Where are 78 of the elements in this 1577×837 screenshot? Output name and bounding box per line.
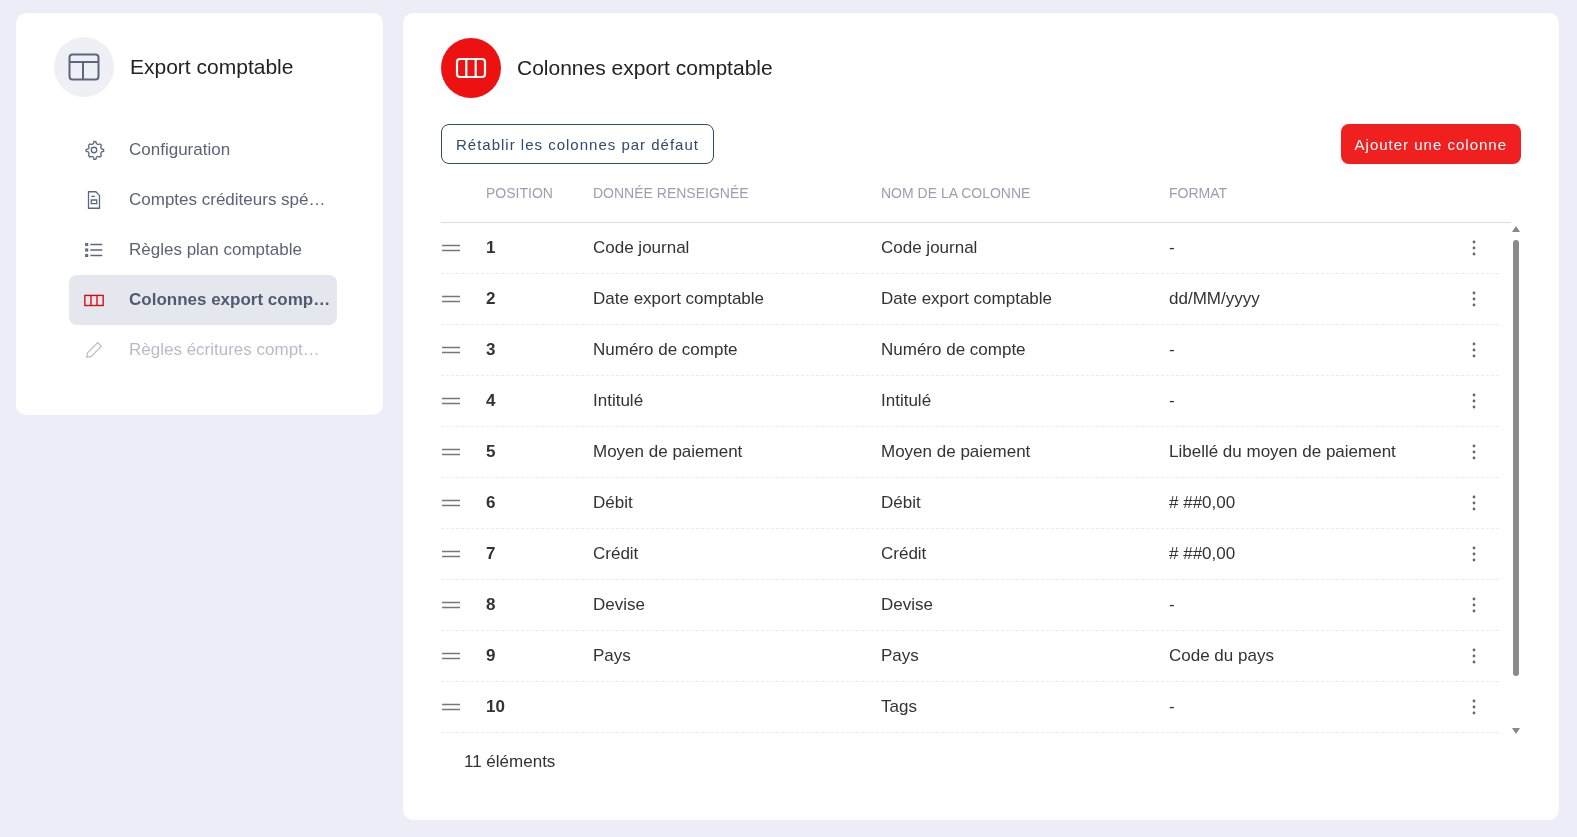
more-options-icon[interactable] <box>1472 648 1476 664</box>
pencil-icon <box>83 339 105 361</box>
column-header: DONNÉE RENSEIGNÉE <box>593 185 750 201</box>
table-cell-text: Libellé du moyen de paiement <box>1169 442 1397 462</box>
drag-handle-icon[interactable] <box>441 346 461 354</box>
table-cell-text: - <box>1169 238 1176 258</box>
drag-handle-icon[interactable] <box>441 244 461 252</box>
add-column-button[interactable]: Ajouter une colonne <box>1340 124 1521 164</box>
table-cell-text: Intitulé <box>881 391 933 411</box>
table-cell-text: # ##0,00 <box>1169 544 1237 564</box>
table-cell-text: - <box>1169 595 1176 615</box>
table-cell-text: Tags <box>881 697 918 717</box>
more-options-icon[interactable] <box>1472 393 1476 409</box>
table-cell-text: Devise <box>593 595 646 615</box>
table-cell-text: Date export comptable <box>881 289 1054 309</box>
drag-handle-icon[interactable] <box>441 295 461 303</box>
table-cell-text: 10 <box>486 697 506 717</box>
more-options-icon[interactable] <box>1472 699 1476 715</box>
table-cell-text: Numéro de compte <box>881 340 1027 360</box>
drag-handle-icon[interactable] <box>441 550 461 558</box>
table-cell-text: Débit <box>593 493 634 513</box>
column-header: FORMAT <box>1169 185 1229 201</box>
more-options-icon[interactable] <box>1472 291 1476 307</box>
table-cell-text: Pays <box>593 646 632 666</box>
table-cell-text: Date export comptable <box>593 289 766 309</box>
more-options-icon[interactable] <box>1472 342 1476 358</box>
page-title: Colonnes export comptable <box>517 56 773 80</box>
sidebar-title: Export comptable <box>130 55 294 79</box>
table-cell-text: # ##0,00 <box>1169 493 1237 513</box>
sidebar-item[interactable]: Comptes créditeurs spé… <box>69 175 337 225</box>
reset-columns-button[interactable]: Rétablir les colonnes par défaut <box>441 124 714 164</box>
table-cell-text: 6 <box>486 493 497 513</box>
table-cell-text: Code du pays <box>1169 646 1275 666</box>
table-cell-text: Débit <box>881 493 922 513</box>
table-cell-text: 3 <box>486 340 497 360</box>
table-cell-text: 8 <box>486 595 497 615</box>
gear-icon <box>83 139 105 161</box>
table-cell-text: Numéro de compte <box>593 340 739 360</box>
table-cell-text: Moyen de paiement <box>881 442 1032 462</box>
table-cell-text: 2 <box>486 289 497 309</box>
more-options-icon[interactable] <box>1472 240 1476 256</box>
more-options-icon[interactable] <box>1472 546 1476 562</box>
table-cell-text: Code journal <box>881 238 979 258</box>
table-cell-text: - <box>1169 340 1176 360</box>
table-cell-text: - <box>1169 697 1176 717</box>
table-cell-text: 1 <box>486 238 497 258</box>
table-cell-text: Crédit <box>593 544 640 564</box>
drag-handle-icon[interactable] <box>441 601 461 609</box>
table-cell-text: 7 <box>486 544 497 564</box>
more-options-icon[interactable] <box>1472 597 1476 613</box>
table-cell-text: Pays <box>881 646 920 666</box>
table-cell-text: Crédit <box>881 544 928 564</box>
table-cell-text: 9 <box>486 646 497 666</box>
scroll-up-icon[interactable] <box>1512 226 1520 232</box>
table-cell-text: Intitulé <box>593 391 645 411</box>
drag-handle-icon[interactable] <box>441 703 461 711</box>
sidebar-item[interactable]: Configuration <box>69 125 337 175</box>
sidebar-item[interactable]: Colonnes export comp… <box>69 275 337 325</box>
table-cell-text: dd/MM/yyyy <box>1169 289 1261 309</box>
drag-handle-icon[interactable] <box>441 499 461 507</box>
table-cell-text: - <box>1169 391 1176 411</box>
sidebar-item[interactable]: Règles plan comptable <box>69 225 337 275</box>
column-header: POSITION <box>486 185 554 201</box>
more-options-icon[interactable] <box>1472 495 1476 511</box>
more-options-icon[interactable] <box>1472 444 1476 460</box>
drag-handle-icon[interactable] <box>441 652 461 660</box>
item-count: 11 éléments <box>464 752 557 772</box>
scrollbar[interactable] <box>1511 226 1521 734</box>
table-cell-text: Moyen de paiement <box>593 442 744 462</box>
columns-icon <box>441 38 501 98</box>
drag-handle-icon[interactable] <box>441 397 461 405</box>
column-header: NOM DE LA COLONNE <box>881 185 1032 201</box>
table-cell-text: Devise <box>881 595 934 615</box>
table-cell-text: Code journal <box>593 238 691 258</box>
scroll-down-icon[interactable] <box>1512 728 1520 734</box>
table-cell-text: 4 <box>486 391 497 411</box>
drag-handle-icon[interactable] <box>441 448 461 456</box>
table-cell-text: 5 <box>486 442 497 462</box>
